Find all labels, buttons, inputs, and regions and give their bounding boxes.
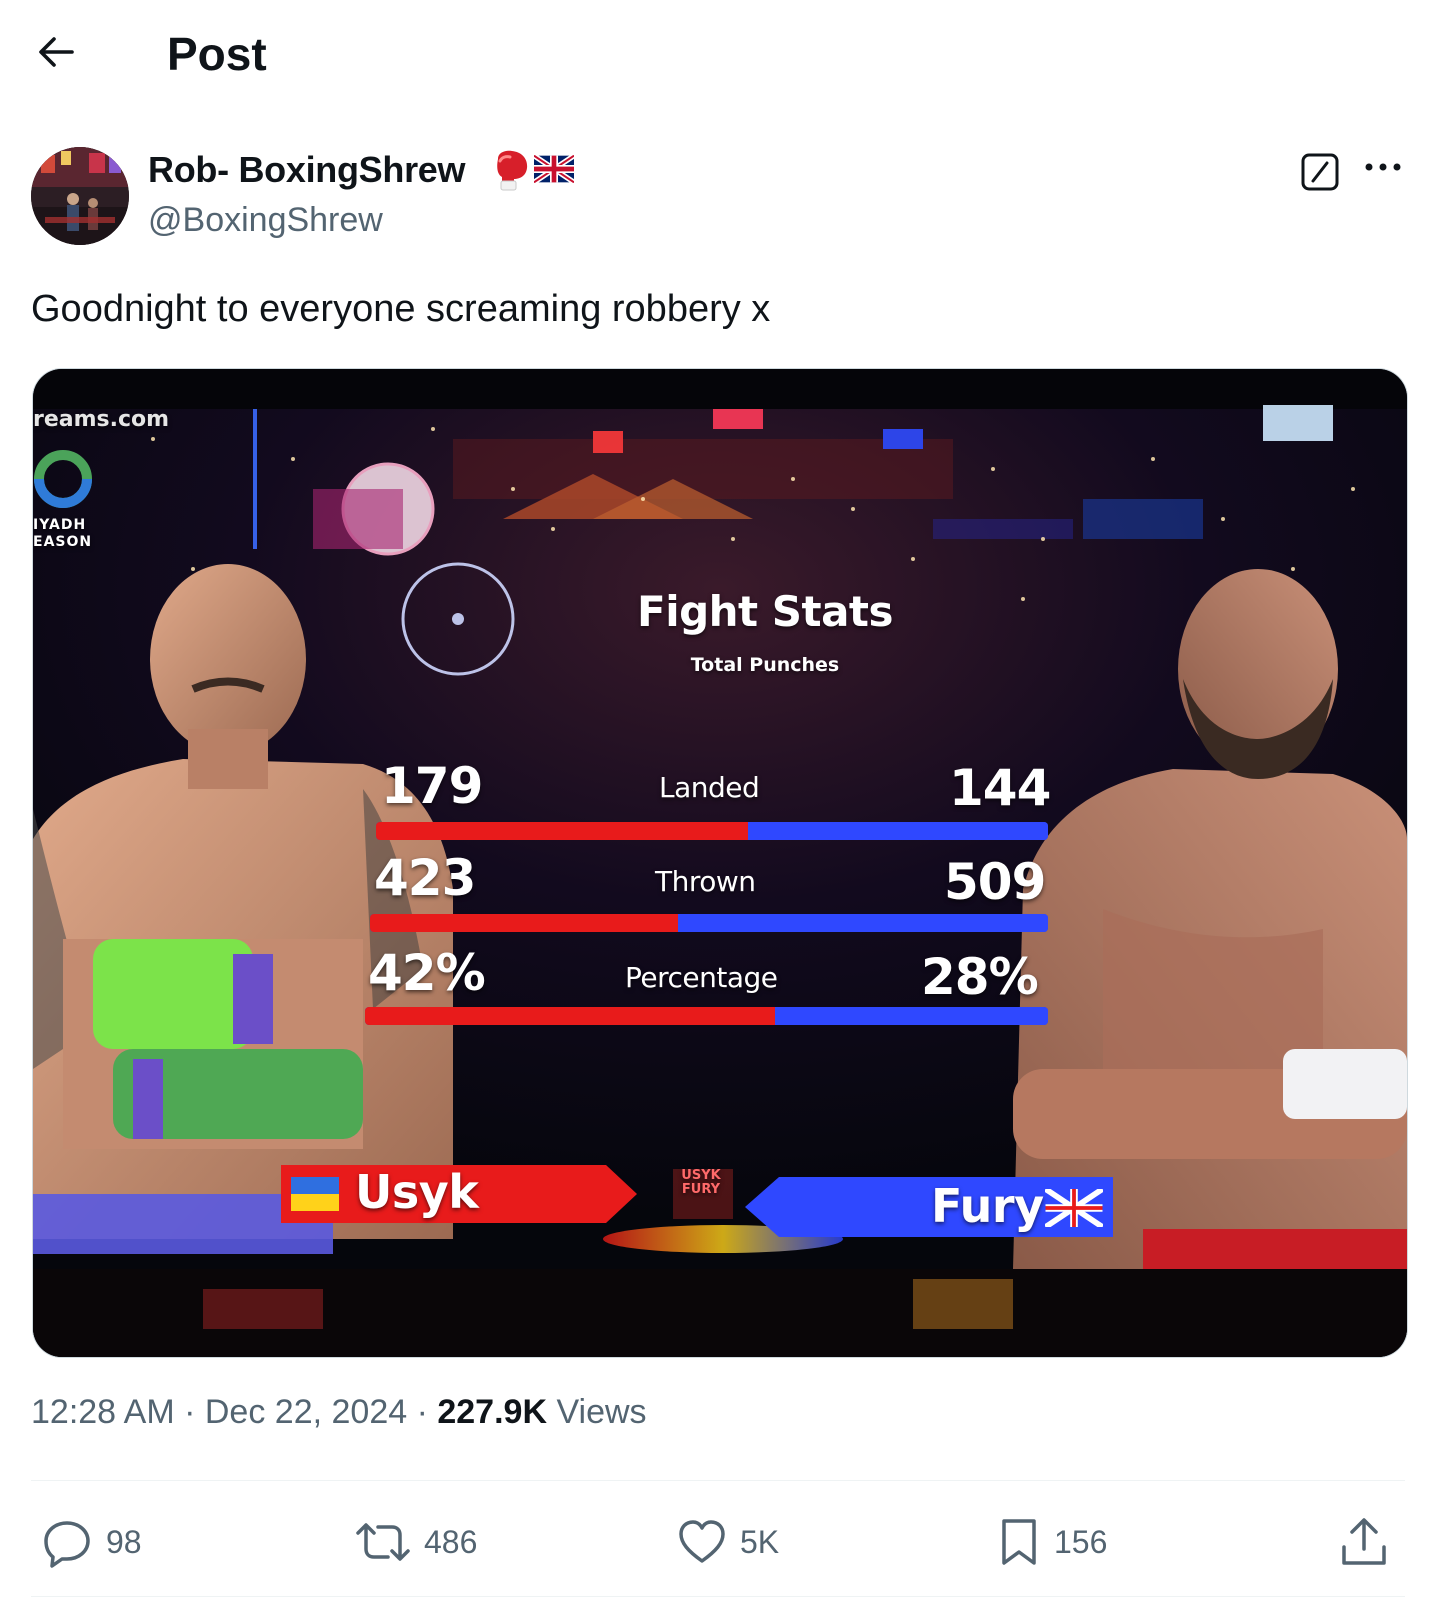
heart-icon	[679, 1520, 725, 1563]
like-button[interactable]: 5K	[676, 1512, 779, 1572]
sponsor-line-2: EASON	[33, 534, 93, 550]
center-event-logo: USYK FURY	[681, 1168, 721, 1197]
stat-thrown-right: 509	[944, 853, 1046, 911]
avatar[interactable]	[31, 147, 129, 245]
bookmark-count: 156	[1054, 1523, 1108, 1560]
divider	[31, 1480, 1405, 1481]
top-bar: Post	[0, 0, 1440, 110]
views-count: 227.9K	[437, 1393, 547, 1431]
stat-percentage-left: 42%	[368, 944, 486, 1002]
stat-landed-right: 144	[949, 759, 1051, 817]
stat-landed-left: 179	[381, 757, 483, 815]
sponsor-line-1: IYADH	[33, 517, 87, 533]
repost-icon	[356, 1523, 410, 1561]
fighter-left-name: Usyk	[355, 1165, 479, 1219]
bookmark-icon	[1002, 1519, 1036, 1565]
stat-percentage-label: Percentage	[625, 961, 778, 994]
reply-count: 98	[106, 1523, 142, 1560]
arrow-left-icon	[39, 37, 74, 67]
share-icon	[1342, 1518, 1386, 1565]
share-button[interactable]	[1338, 1512, 1402, 1572]
display-name[interactable]: Rob- BoxingShrew	[148, 147, 466, 193]
grok-icon[interactable]	[1300, 152, 1340, 192]
reply-icon	[44, 1521, 90, 1568]
author-handle[interactable]: @BoxingShrew	[148, 198, 383, 242]
bookmark-button[interactable]: 156	[996, 1512, 1107, 1572]
uk-flag-icon	[534, 155, 574, 183]
post-text: Goodnight to everyone screaming robbery …	[31, 288, 771, 330]
stat-percentage-right: 28%	[921, 948, 1039, 1006]
post-date[interactable]: Dec 22, 2024	[205, 1393, 407, 1431]
more-options-icon[interactable]	[1363, 160, 1403, 174]
post-time[interactable]: 12:28 AM	[31, 1393, 175, 1431]
fight-stats-subtitle: Total Punches	[690, 654, 840, 676]
like-count: 5K	[740, 1523, 780, 1560]
stat-thrown-left: 423	[374, 849, 476, 907]
repost-button[interactable]: 486	[354, 1512, 477, 1572]
uk-flag-icon	[1045, 1189, 1103, 1227]
ukraine-flag-icon	[291, 1177, 339, 1211]
post-media-image[interactable]: reams.com IYADH EASON Fight Stats Total …	[32, 368, 1408, 1358]
fight-scene-background	[33, 369, 1407, 1357]
views-label: Views	[547, 1393, 647, 1431]
fight-stats-title: Fight Stats	[637, 587, 894, 636]
boxing-glove-icon	[497, 150, 528, 191]
fighter-right-name: Fury	[931, 1179, 1044, 1233]
reply-button[interactable]: 98	[40, 1512, 142, 1572]
repost-count: 486	[424, 1523, 478, 1560]
divider	[31, 1596, 1405, 1597]
watermark: reams.com	[33, 407, 170, 432]
meta-separator: ·	[407, 1393, 438, 1431]
meta-separator: ·	[174, 1393, 205, 1431]
stat-thrown-bar	[370, 914, 1048, 932]
stat-thrown-label: Thrown	[655, 865, 756, 898]
post-meta: 12:28 AM · Dec 22, 2024 · 227.9K Views	[31, 1390, 647, 1434]
back-button[interactable]	[34, 30, 78, 74]
stat-landed-bar	[376, 822, 1048, 840]
page-title: Post	[167, 28, 267, 80]
stat-percentage-bar	[365, 1007, 1048, 1025]
stat-landed-label: Landed	[659, 771, 760, 804]
